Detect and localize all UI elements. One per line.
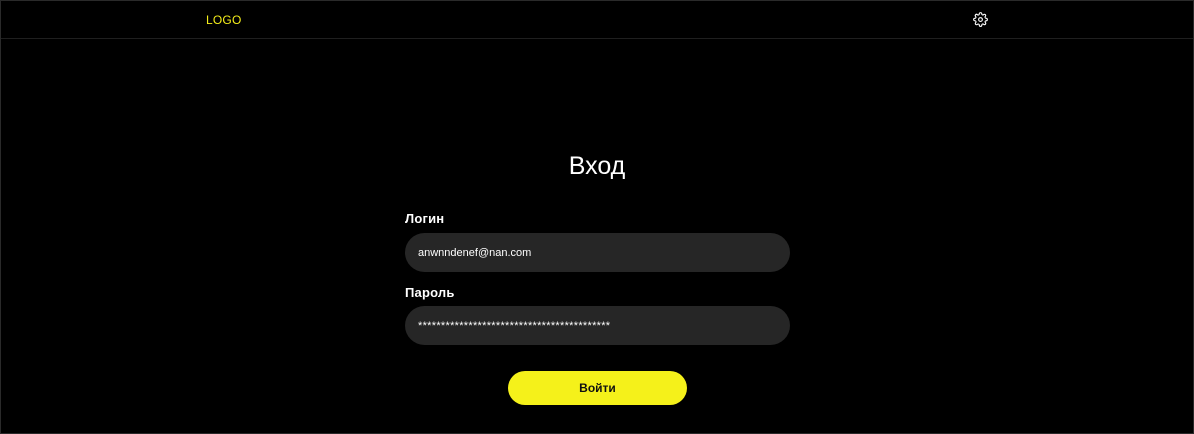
gear-icon[interactable] [973,12,988,27]
login-button[interactable]: Войти [508,371,687,405]
app-window: LOGO Вход Логин anwnndenef@nan.com Парол… [0,0,1194,434]
login-input[interactable]: anwnndenef@nan.com [405,233,790,272]
top-bar: LOGO [1,1,1193,39]
page-title: Вход [568,152,626,180]
login-input-value: anwnndenef@nan.com [418,246,532,259]
logo[interactable]: LOGO [206,13,241,27]
login-label: Логин [405,211,445,226]
password-input[interactable]: ****************************************… [405,306,790,345]
password-input-value: ****************************************… [418,319,611,332]
login-button-label: Войти [579,381,616,395]
password-label: Пароль [405,285,455,300]
